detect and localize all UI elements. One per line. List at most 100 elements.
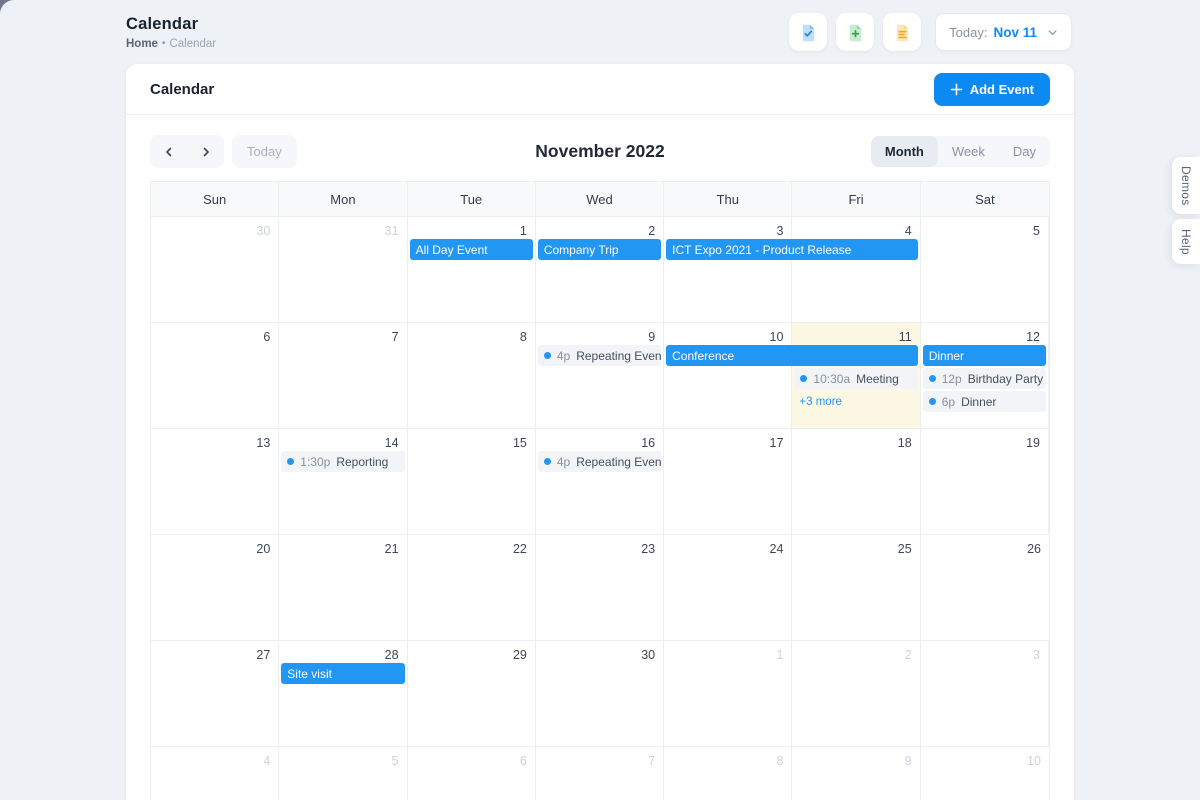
card-header: Calendar Add Event — [126, 64, 1074, 115]
day-cell[interactable]: 31 — [279, 217, 407, 323]
event-item[interactable]: 12pBirthday Party — [923, 368, 1046, 389]
event-item[interactable]: 4pRepeating Event — [538, 345, 661, 366]
demos-tab[interactable]: Demos — [1172, 157, 1200, 214]
day-cell[interactable]: 13 — [151, 429, 279, 535]
day-cell[interactable]: 3 — [664, 217, 792, 323]
day-cell[interactable]: 6 — [151, 323, 279, 429]
day-cell[interactable]: 2 — [536, 217, 664, 323]
help-tab[interactable]: Help — [1172, 219, 1200, 264]
prev-month-button[interactable] — [150, 135, 187, 168]
day-cell[interactable]: 10 — [664, 323, 792, 429]
breadcrumb-home[interactable]: Home — [126, 38, 158, 50]
day-cell[interactable]: 23 — [536, 535, 664, 641]
day-cell[interactable]: 14 — [279, 429, 407, 535]
page-title-block: Calendar Home • Calendar — [126, 15, 216, 50]
today-date-dropdown[interactable]: Today: Nov 11 — [935, 13, 1072, 51]
day-cell[interactable]: 5 — [921, 217, 1049, 323]
date-number: 1 — [776, 648, 783, 662]
day-cell[interactable]: 24 — [664, 535, 792, 641]
date-number: 15 — [513, 436, 527, 450]
header-actions: Today: Nov 11 — [789, 13, 1072, 51]
view-day-button[interactable]: Day — [999, 136, 1050, 167]
day-cell[interactable]: 26 — [921, 535, 1049, 641]
day-cell[interactable]: 17 — [664, 429, 792, 535]
add-event-button[interactable]: Add Event — [934, 73, 1050, 106]
file-plus-icon-button[interactable] — [836, 13, 874, 51]
date-number: 20 — [256, 542, 270, 556]
today-widget-label: Today: — [949, 25, 987, 40]
date-number: 23 — [641, 542, 655, 556]
date-number: 12 — [1026, 330, 1040, 344]
event-item[interactable]: 6pDinner — [923, 391, 1046, 412]
day-cell[interactable]: 25 — [792, 535, 920, 641]
plus-icon — [950, 83, 963, 96]
event-item[interactable]: 1:30pReporting — [281, 451, 404, 472]
day-cell[interactable]: 5 — [279, 747, 407, 800]
day-cell[interactable]: 9 — [792, 747, 920, 800]
next-month-button[interactable] — [187, 135, 224, 168]
date-number: 5 — [392, 754, 399, 768]
day-header-fri: Fri — [792, 182, 920, 216]
event-title: Repeating Event — [576, 349, 661, 363]
day-header-mon: Mon — [279, 182, 407, 216]
week-row: 4 5 6 78910 — [151, 747, 1049, 800]
day-cell[interactable]: 19 — [921, 429, 1049, 535]
date-number: 7 — [648, 754, 655, 768]
day-cell[interactable]: 28 — [279, 641, 407, 747]
day-cell[interactable]: 21 — [279, 535, 407, 641]
day-cell[interactable]: 7 — [536, 747, 664, 800]
day-cell[interactable]: 10 — [921, 747, 1049, 800]
view-month-button[interactable]: Month — [871, 136, 938, 167]
date-number: 4 — [905, 224, 912, 238]
day-cell[interactable]: 8 — [408, 323, 536, 429]
event-dot-icon — [929, 375, 936, 382]
day-cell[interactable]: 30 — [536, 641, 664, 747]
event-bar[interactable]: Site visit — [281, 663, 404, 684]
breadcrumb-current: Calendar — [169, 38, 216, 50]
day-cell[interactable]: 20 — [151, 535, 279, 641]
view-week-button[interactable]: Week — [938, 136, 999, 167]
calendar-grid-body: 303112345All Day EventCompany TripICT Ex… — [151, 217, 1049, 800]
day-cell[interactable]: 3 — [921, 641, 1049, 747]
day-cell[interactable]: 16 — [536, 429, 664, 535]
event-item[interactable]: 10:30aMeeting — [794, 368, 917, 389]
day-cell[interactable]: 2 — [792, 641, 920, 747]
day-cell[interactable]: 27 — [151, 641, 279, 747]
day-cell[interactable]: 4 — [151, 747, 279, 800]
date-number: 17 — [770, 436, 784, 450]
event-bar[interactable]: ICT Expo 2021 - Product Release — [666, 239, 918, 260]
day-cell[interactable]: 29 — [408, 641, 536, 747]
event-bar[interactable]: Conference — [666, 345, 918, 366]
day-cell[interactable]: 15 — [408, 429, 536, 535]
day-cell[interactable]: 6 — [408, 747, 536, 800]
day-header-wed: Wed — [536, 182, 664, 216]
event-title: Birthday Party — [968, 372, 1043, 386]
event-bar[interactable]: All Day Event — [410, 239, 533, 260]
day-header-sat: Sat — [921, 182, 1049, 216]
day-cell[interactable]: 7 — [279, 323, 407, 429]
page-title: Calendar — [126, 15, 216, 34]
event-item[interactable]: 4pRepeating Event — [538, 451, 661, 472]
day-cell[interactable]: 18 — [792, 429, 920, 535]
file-lines-icon-button[interactable] — [883, 13, 921, 51]
event-bar[interactable]: Dinner — [923, 345, 1046, 366]
event-title: Repeating Event — [576, 455, 661, 469]
file-check-icon-button[interactable] — [789, 13, 827, 51]
date-number: 3 — [776, 224, 783, 238]
day-cell[interactable]: 1 — [664, 641, 792, 747]
event-bar[interactable]: Company Trip — [538, 239, 661, 260]
date-number: 19 — [1026, 436, 1040, 450]
event-title: Meeting — [856, 372, 899, 386]
day-cell[interactable]: 1 — [408, 217, 536, 323]
day-header-sun: Sun — [151, 182, 279, 216]
day-cell[interactable]: 30 — [151, 217, 279, 323]
day-cell[interactable]: 22 — [408, 535, 536, 641]
day-cell[interactable]: 9 — [536, 323, 664, 429]
date-number: 21 — [385, 542, 399, 556]
day-cell[interactable]: 4 — [792, 217, 920, 323]
date-number: 11 — [899, 330, 912, 344]
more-events-link[interactable]: +3 more — [794, 391, 917, 412]
date-number: 6 — [520, 754, 527, 768]
day-cell[interactable]: 8 — [664, 747, 792, 800]
today-button[interactable]: Today — [232, 135, 297, 168]
